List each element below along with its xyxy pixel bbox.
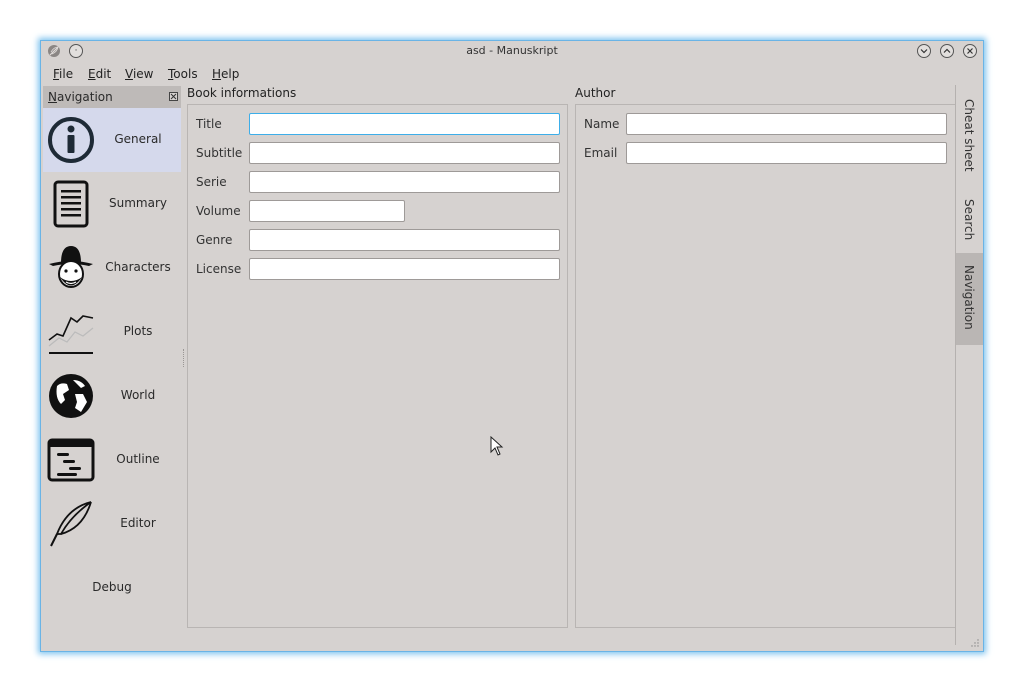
nav-item-world[interactable]: World (43, 364, 181, 428)
navigation-dock-close-button[interactable] (169, 92, 178, 101)
nav-item-summary[interactable]: Summary (43, 172, 181, 236)
nav-item-label: Characters (105, 260, 171, 274)
window-title: asd - Manuskript (466, 44, 558, 57)
document-icon (53, 180, 89, 228)
mouse-cursor-icon (490, 436, 504, 456)
nav-item-editor[interactable]: Editor (43, 492, 181, 556)
main-window: · asd - Manuskript File Edit View Tools … (40, 40, 984, 652)
tab-label: Search (962, 199, 976, 241)
nav-item-label: Editor (120, 516, 156, 530)
nav-splitter-handle[interactable] (183, 349, 186, 367)
minimize-button[interactable] (917, 44, 931, 58)
name-label: Name (584, 117, 620, 131)
book-info-group-title: Book informations (187, 86, 297, 100)
volume-label: Volume (196, 204, 241, 218)
globe-icon (49, 374, 93, 418)
nav-item-label: General (114, 132, 162, 146)
chevron-up-icon (943, 48, 951, 53)
author-groupbox: Name Email (575, 104, 956, 628)
navigation-list: General Summary Characters Plots World O… (43, 108, 181, 628)
author-group-title: Author (575, 86, 616, 100)
tab-label: Cheat sheet (962, 99, 976, 172)
nav-item-outline[interactable]: Outline (43, 428, 181, 492)
genre-label: Genre (196, 233, 233, 247)
info-icon (48, 117, 94, 163)
book-info-groupbox: Title Subtitle Serie Volume Genre Licens… (187, 104, 568, 628)
close-window-button[interactable] (963, 44, 977, 58)
title-bar[interactable]: · asd - Manuskript (41, 41, 983, 62)
nav-item-label: World (120, 388, 156, 402)
nav-item-label: Plots (123, 324, 153, 338)
name-input[interactable] (626, 113, 947, 135)
character-icon (49, 246, 93, 288)
serie-label: Serie (196, 175, 227, 189)
email-input[interactable] (626, 142, 947, 164)
nav-item-characters[interactable]: Characters (43, 236, 181, 300)
nav-item-plots[interactable]: Plots (43, 300, 181, 364)
title-input[interactable] (249, 113, 560, 135)
side-tab-bar: Cheat sheet Search Navigation (955, 85, 984, 645)
subtitle-label: Subtitle (196, 146, 243, 160)
tab-navigation[interactable]: Navigation (956, 253, 983, 345)
menu-tools[interactable]: Tools (168, 67, 198, 81)
nav-item-label: Outline (116, 452, 160, 466)
serie-input[interactable] (249, 171, 560, 193)
subtitle-input[interactable] (249, 142, 560, 164)
tab-label: Navigation (962, 265, 976, 330)
quill-icon (50, 501, 92, 547)
navigation-dock-title: Navigation (48, 90, 113, 104)
close-icon (170, 93, 177, 100)
title-label: Title (196, 117, 222, 131)
nav-item-debug[interactable]: Debug (43, 556, 181, 620)
menu-view[interactable]: View (125, 67, 153, 81)
resize-grip-icon[interactable] (971, 639, 979, 647)
nav-item-label: Debug (92, 580, 132, 594)
chevron-down-icon (920, 49, 928, 54)
email-label: Email (584, 146, 618, 160)
tab-search[interactable]: Search (956, 189, 983, 253)
license-label: License (196, 262, 242, 276)
license-input[interactable] (249, 258, 560, 280)
close-icon (967, 48, 973, 54)
nav-item-label: Summary (109, 196, 167, 210)
navigation-dock-header[interactable]: Navigation (43, 86, 181, 108)
menu-file[interactable]: File (53, 67, 73, 81)
maximize-button[interactable] (940, 44, 954, 58)
genre-input[interactable] (249, 229, 560, 251)
volume-input[interactable] (249, 200, 405, 222)
menu-help[interactable]: Help (212, 67, 239, 81)
menu-bar: File Edit View Tools Help (41, 63, 983, 85)
nav-item-general[interactable]: General (43, 108, 181, 172)
plot-line-icon (48, 315, 94, 354)
outline-icon (47, 438, 95, 482)
tab-cheat-sheet[interactable]: Cheat sheet (956, 87, 983, 189)
menu-edit[interactable]: Edit (88, 67, 111, 81)
